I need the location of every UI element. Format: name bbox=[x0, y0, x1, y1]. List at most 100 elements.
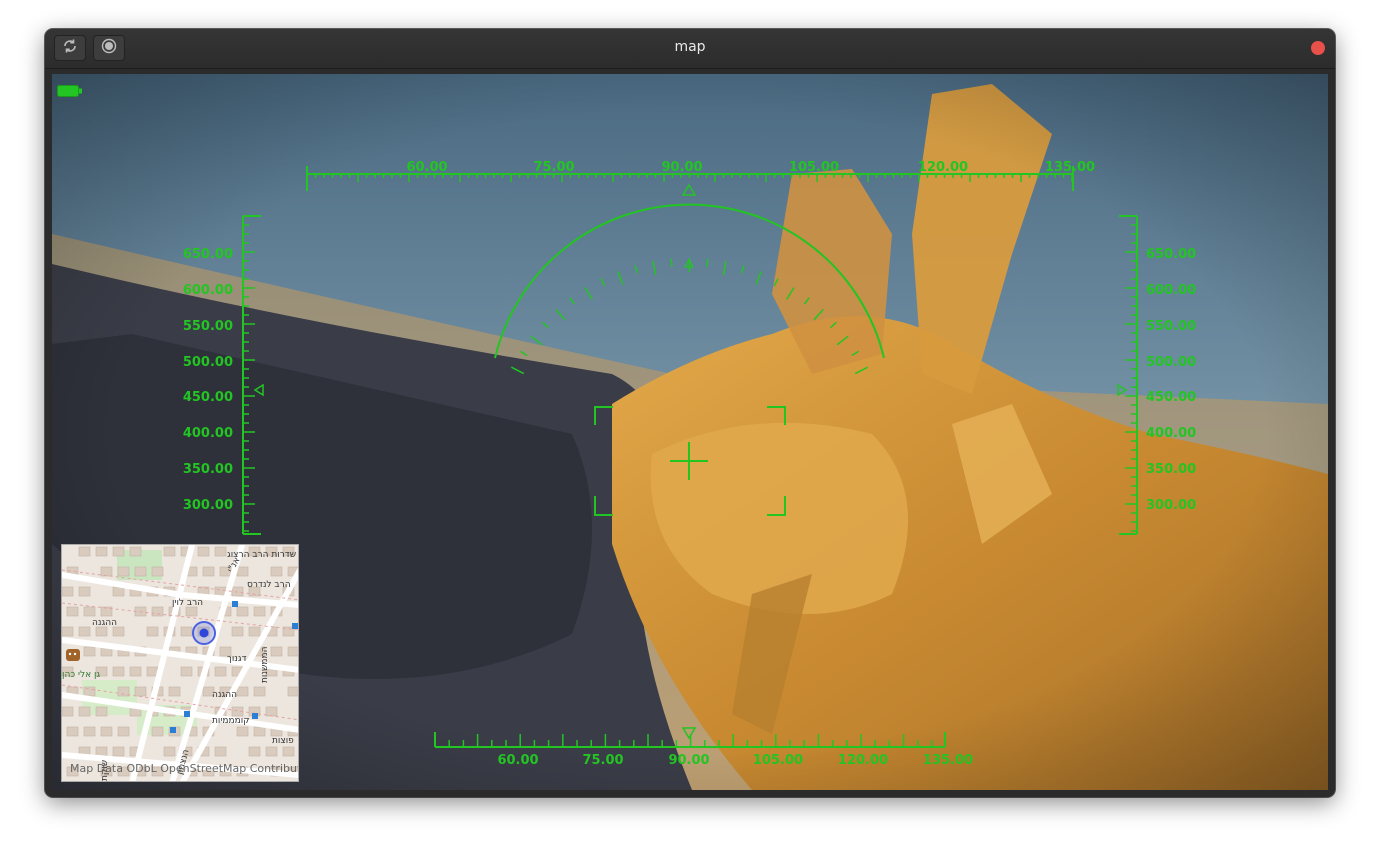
map-building bbox=[100, 726, 113, 737]
theater-icon bbox=[66, 649, 80, 661]
map-building bbox=[95, 706, 108, 717]
bottom-scale-label: 60.00 bbox=[497, 753, 538, 768]
map-building bbox=[163, 546, 176, 557]
map-attribution: Map Data ODbL OpenStreetMap Contributors bbox=[70, 762, 299, 775]
map-building bbox=[214, 746, 227, 757]
minimap-tiles: שדרות הרב הרצוג הרב לנדרס אנ"י ההגנה דגנ… bbox=[62, 545, 298, 781]
map-building bbox=[270, 646, 283, 657]
map-building bbox=[214, 546, 227, 557]
video-feed: 60.00 75.00 90.00 105.00 120.00 135.00 6… bbox=[52, 74, 1328, 790]
map-building bbox=[78, 626, 91, 637]
right-scale-marker bbox=[1117, 383, 1128, 397]
map-street-label: הרב לוין bbox=[172, 598, 203, 608]
horizon-tick bbox=[851, 350, 859, 357]
map-street-label: הממשנות bbox=[260, 646, 270, 683]
horizon-tick bbox=[600, 278, 606, 287]
map-building bbox=[78, 546, 91, 557]
map-building bbox=[231, 626, 244, 637]
title-bar: map bbox=[45, 29, 1335, 69]
map-building bbox=[83, 726, 96, 737]
top-scale-label: 90.00 bbox=[661, 160, 702, 175]
map-street-label: קומממיות bbox=[212, 716, 250, 726]
bottom-scale-label: 90.00 bbox=[668, 753, 709, 768]
map-building bbox=[236, 606, 249, 617]
map-building bbox=[83, 646, 96, 657]
horizon-tick bbox=[755, 271, 762, 285]
horizon-tick bbox=[813, 308, 824, 321]
map-building bbox=[146, 626, 159, 637]
left-scale-marker bbox=[253, 383, 264, 397]
map-building bbox=[62, 586, 74, 597]
map-building bbox=[134, 686, 147, 697]
map-street-label: הרב לנדרס bbox=[247, 580, 291, 590]
map-building bbox=[112, 626, 125, 637]
horizon-tick bbox=[836, 335, 849, 346]
left-scale-label: 300.00 bbox=[183, 498, 233, 513]
top-scale-label: 75.00 bbox=[533, 160, 574, 175]
map-building bbox=[253, 686, 266, 697]
horizon-tick bbox=[652, 261, 657, 276]
left-scale-label: 550.00 bbox=[183, 319, 233, 334]
left-scale-label: 450.00 bbox=[183, 390, 233, 405]
top-scale-label: 105.00 bbox=[789, 160, 839, 175]
map-building bbox=[248, 746, 261, 757]
map-street-label: פוצות bbox=[272, 736, 294, 746]
map-building bbox=[100, 566, 113, 577]
target-bracket-top-left bbox=[594, 406, 613, 425]
map-building bbox=[236, 686, 249, 697]
horizon-tick bbox=[510, 366, 525, 375]
map-building bbox=[202, 566, 215, 577]
map-building bbox=[197, 546, 210, 557]
map-building bbox=[214, 666, 227, 677]
target-bracket-top-right bbox=[767, 406, 786, 425]
map-building bbox=[134, 566, 147, 577]
map-building bbox=[151, 566, 164, 577]
horizon-tick bbox=[584, 287, 593, 300]
map-building bbox=[236, 566, 249, 577]
bottom-scale-marker bbox=[681, 727, 697, 740]
map-building bbox=[151, 606, 164, 617]
map-building bbox=[95, 626, 108, 637]
horizon-tick bbox=[786, 287, 795, 300]
right-scale-label: 650.00 bbox=[1146, 247, 1196, 262]
map-building bbox=[62, 626, 74, 637]
map-building bbox=[112, 746, 125, 757]
horizon-tick bbox=[520, 350, 528, 357]
minimap[interactable]: שדרות הרב הרצוג הרב לנדרס אנ"י ההגנה דגנ… bbox=[61, 544, 299, 782]
bottom-scale-label: 75.00 bbox=[582, 753, 623, 768]
left-scale-label: 500.00 bbox=[183, 355, 233, 370]
map-building bbox=[66, 606, 79, 617]
horizon-tick bbox=[722, 261, 727, 276]
map-building bbox=[95, 546, 108, 557]
map-building bbox=[282, 746, 295, 757]
map-building bbox=[253, 726, 266, 737]
horizon-arc bbox=[494, 203, 885, 359]
right-scale-label: 450.00 bbox=[1146, 390, 1196, 405]
horizon-tick bbox=[555, 308, 566, 321]
map-building bbox=[117, 726, 130, 737]
map-building bbox=[265, 706, 278, 717]
map-building bbox=[185, 606, 198, 617]
right-scale-label: 600.00 bbox=[1146, 283, 1196, 298]
horizon-tick bbox=[706, 258, 709, 267]
horizon-tick bbox=[829, 321, 837, 329]
map-building bbox=[129, 666, 142, 677]
map-building bbox=[129, 546, 142, 557]
map-street-label: ההגנה bbox=[212, 690, 237, 700]
bottom-scale-label: 120.00 bbox=[838, 753, 888, 768]
close-button[interactable] bbox=[1311, 41, 1325, 55]
bottom-scale-label: 105.00 bbox=[753, 753, 803, 768]
left-scale-label: 350.00 bbox=[183, 462, 233, 477]
map-building bbox=[78, 586, 91, 597]
target-bracket-bottom-right bbox=[767, 496, 786, 516]
horizon-tick bbox=[773, 278, 779, 287]
bottom-scale-label: 135.00 bbox=[923, 753, 973, 768]
map-building bbox=[236, 726, 249, 737]
top-scale-label: 60.00 bbox=[406, 160, 447, 175]
map-building bbox=[83, 686, 96, 697]
map-building bbox=[270, 566, 283, 577]
right-scale-label: 350.00 bbox=[1146, 462, 1196, 477]
left-scale-label: 600.00 bbox=[183, 283, 233, 298]
map-street-label: גן אלי כהן bbox=[62, 670, 100, 680]
map-building bbox=[265, 746, 278, 757]
